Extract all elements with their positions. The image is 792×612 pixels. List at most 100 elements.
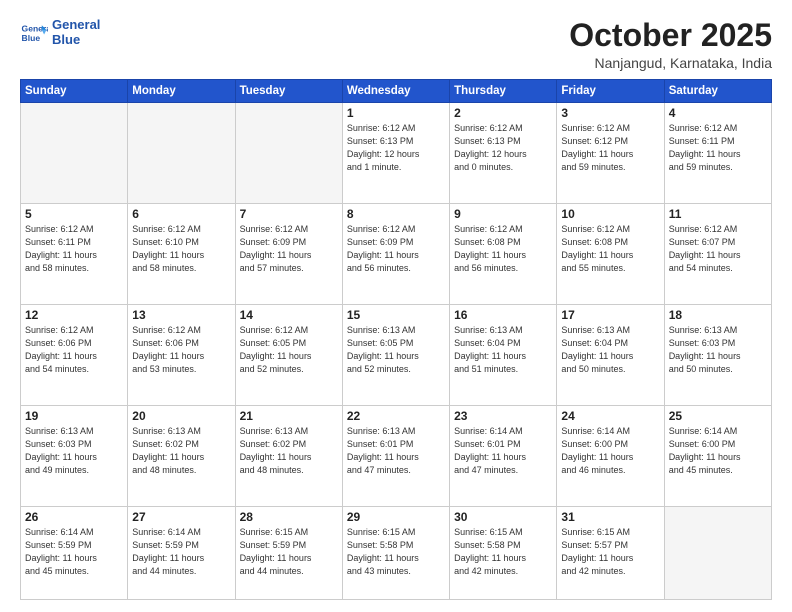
weekday-header-friday: Friday (557, 80, 664, 103)
day-info: Sunrise: 6:14 AMSunset: 6:01 PMDaylight:… (454, 425, 552, 477)
day-info: Sunrise: 6:14 AMSunset: 6:00 PMDaylight:… (561, 425, 659, 477)
day-info: Sunrise: 6:13 AMSunset: 6:02 PMDaylight:… (240, 425, 338, 477)
weekday-header-thursday: Thursday (450, 80, 557, 103)
logo: General Blue General Blue (20, 18, 100, 48)
calendar-week-4: 19 Sunrise: 6:13 AMSunset: 6:03 PMDayligh… (21, 406, 772, 507)
calendar-cell: 25 Sunrise: 6:14 AMSunset: 6:00 PMDayligh… (664, 406, 771, 507)
page: General Blue General Blue October 2025 N… (0, 0, 792, 612)
day-info: Sunrise: 6:12 AMSunset: 6:10 PMDaylight:… (132, 223, 230, 275)
calendar-cell: 27 Sunrise: 6:14 AMSunset: 5:59 PMDayligh… (128, 507, 235, 600)
calendar-cell: 8Sunrise: 6:12 AMSunset: 6:09 PMDaylight… (342, 204, 449, 305)
calendar-cell: 10 Sunrise: 6:12 AMSunset: 6:08 PMDayligh… (557, 204, 664, 305)
weekday-header-tuesday: Tuesday (235, 80, 342, 103)
day-number: 12 (25, 308, 123, 322)
day-number: 7 (240, 207, 338, 221)
day-number: 10 (561, 207, 659, 221)
day-info: Sunrise: 6:14 AMSunset: 5:59 PMDaylight:… (25, 526, 123, 578)
day-info: Sunrise: 6:15 AMSunset: 5:59 PMDaylight:… (240, 526, 338, 578)
weekday-header-row: SundayMondayTuesdayWednesdayThursdayFrid… (21, 80, 772, 103)
day-number: 11 (669, 207, 767, 221)
calendar-cell: 11 Sunrise: 6:12 AMSunset: 6:07 PMDayligh… (664, 204, 771, 305)
day-info: Sunrise: 6:13 AMSunset: 6:02 PMDaylight:… (132, 425, 230, 477)
day-number: 29 (347, 510, 445, 524)
day-info: Sunrise: 6:14 AMSunset: 5:59 PMDaylight:… (132, 526, 230, 578)
day-number: 15 (347, 308, 445, 322)
calendar-cell: 2 Sunrise: 6:12 AMSunset: 6:13 PMDaylight… (450, 103, 557, 204)
calendar-cell: 7 Sunrise: 6:12 AMSunset: 6:09 PMDaylight… (235, 204, 342, 305)
calendar-cell: 12Sunrise: 6:12 AMSunset: 6:06 PMDayligh… (21, 305, 128, 406)
day-info: Sunrise: 6:12 AMSunset: 6:09 PMDaylight:… (347, 223, 445, 275)
calendar-cell: 28 Sunrise: 6:15 AMSunset: 5:59 PMDayligh… (235, 507, 342, 600)
day-info: Sunrise: 6:15 AMSunset: 5:58 PMDaylight:… (347, 526, 445, 578)
day-number: 2 (454, 106, 552, 120)
day-number: 6 (132, 207, 230, 221)
day-info: Sunrise: 6:13 AMSunset: 6:01 PMDaylight:… (347, 425, 445, 477)
calendar-cell: 5Sunrise: 6:12 AMSunset: 6:11 PMDaylight… (21, 204, 128, 305)
calendar-cell (664, 507, 771, 600)
calendar-cell: 19 Sunrise: 6:13 AMSunset: 6:03 PMDayligh… (21, 406, 128, 507)
calendar-cell (128, 103, 235, 204)
calendar-cell: 20 Sunrise: 6:13 AMSunset: 6:02 PMDayligh… (128, 406, 235, 507)
logo-general: General (52, 18, 100, 33)
day-number: 24 (561, 409, 659, 423)
weekday-header-wednesday: Wednesday (342, 80, 449, 103)
calendar-cell: 14Sunrise: 6:12 AMSunset: 6:05 PMDayligh… (235, 305, 342, 406)
day-number: 1 (347, 106, 445, 120)
calendar-cell: 17 Sunrise: 6:13 AMSunset: 6:04 PMDayligh… (557, 305, 664, 406)
calendar-cell (235, 103, 342, 204)
calendar-cell: 6 Sunrise: 6:12 AMSunset: 6:10 PMDaylight… (128, 204, 235, 305)
calendar-cell (21, 103, 128, 204)
calendar-cell: 26Sunrise: 6:14 AMSunset: 5:59 PMDayligh… (21, 507, 128, 600)
calendar-cell: 31 Sunrise: 6:15 AMSunset: 5:57 PMDayligh… (557, 507, 664, 600)
calendar-cell: 18Sunrise: 6:13 AMSunset: 6:03 PMDayligh… (664, 305, 771, 406)
day-number: 20 (132, 409, 230, 423)
calendar-cell: 30 Sunrise: 6:15 AMSunset: 5:58 PMDayligh… (450, 507, 557, 600)
day-info: Sunrise: 6:12 AMSunset: 6:05 PMDaylight:… (240, 324, 338, 376)
day-number: 17 (561, 308, 659, 322)
location-subtitle: Nanjangud, Karnataka, India (569, 55, 772, 71)
calendar-week-1: 1 Sunrise: 6:12 AMSunset: 6:13 PMDaylight… (21, 103, 772, 204)
day-info: Sunrise: 6:12 AMSunset: 6:12 PMDaylight:… (561, 122, 659, 174)
day-number: 23 (454, 409, 552, 423)
logo-blue: Blue (52, 33, 100, 48)
day-info: Sunrise: 6:15 AMSunset: 5:58 PMDaylight:… (454, 526, 552, 578)
day-info: Sunrise: 6:13 AMSunset: 6:03 PMDaylight:… (25, 425, 123, 477)
day-info: Sunrise: 6:12 AMSunset: 6:08 PMDaylight:… (561, 223, 659, 275)
day-number: 16 (454, 308, 552, 322)
day-number: 19 (25, 409, 123, 423)
day-number: 28 (240, 510, 338, 524)
day-info: Sunrise: 6:12 AMSunset: 6:06 PMDaylight:… (132, 324, 230, 376)
calendar-cell: 15 Sunrise: 6:13 AMSunset: 6:05 PMDayligh… (342, 305, 449, 406)
day-number: 21 (240, 409, 338, 423)
calendar-week-3: 12 Sunrise: 6:12 AMSunset: 6:06 PMDayligh… (21, 305, 772, 406)
weekday-header-saturday: Saturday (664, 80, 771, 103)
calendar-week-2: 5Sunrise: 6:12 AMSunset: 6:11 PMDaylight… (21, 204, 772, 305)
calendar-cell: 9Sunrise: 6:12 AMSunset: 6:08 PMDaylight… (450, 204, 557, 305)
day-info: Sunrise: 6:13 AMSunset: 6:04 PMDaylight:… (454, 324, 552, 376)
day-info: Sunrise: 6:14 AMSunset: 6:00 PMDaylight:… (669, 425, 767, 477)
day-info: Sunrise: 6:12 AMSunset: 6:09 PMDaylight:… (240, 223, 338, 275)
header: General Blue General Blue October 2025 N… (20, 18, 772, 71)
day-number: 18 (669, 308, 767, 322)
calendar-cell: 22Sunrise: 6:13 AMSunset: 6:01 PMDayligh… (342, 406, 449, 507)
day-info: Sunrise: 6:13 AMSunset: 6:05 PMDaylight:… (347, 324, 445, 376)
calendar-cell: 23 Sunrise: 6:14 AMSunset: 6:01 PMDayligh… (450, 406, 557, 507)
day-number: 27 (132, 510, 230, 524)
day-info: Sunrise: 6:12 AMSunset: 6:13 PMDaylight:… (454, 122, 552, 174)
day-info: Sunrise: 6:12 AMSunset: 6:07 PMDaylight:… (669, 223, 767, 275)
calendar-cell: 4Sunrise: 6:12 AMSunset: 6:11 PMDaylight… (664, 103, 771, 204)
calendar-cell: 24 Sunrise: 6:14 AMSunset: 6:00 PMDayligh… (557, 406, 664, 507)
day-number: 31 (561, 510, 659, 524)
logo-icon: General Blue (20, 19, 48, 47)
calendar-cell: 1 Sunrise: 6:12 AMSunset: 6:13 PMDaylight… (342, 103, 449, 204)
day-number: 4 (669, 106, 767, 120)
day-info: Sunrise: 6:12 AMSunset: 6:13 PMDaylight:… (347, 122, 445, 174)
calendar-cell: 16 Sunrise: 6:13 AMSunset: 6:04 PMDayligh… (450, 305, 557, 406)
day-number: 25 (669, 409, 767, 423)
day-number: 30 (454, 510, 552, 524)
calendar-cell: 29 Sunrise: 6:15 AMSunset: 5:58 PMDayligh… (342, 507, 449, 600)
day-info: Sunrise: 6:13 AMSunset: 6:04 PMDaylight:… (561, 324, 659, 376)
day-info: Sunrise: 6:15 AMSunset: 5:57 PMDaylight:… (561, 526, 659, 578)
calendar-cell: 21 Sunrise: 6:13 AMSunset: 6:02 PMDayligh… (235, 406, 342, 507)
weekday-header-sunday: Sunday (21, 80, 128, 103)
